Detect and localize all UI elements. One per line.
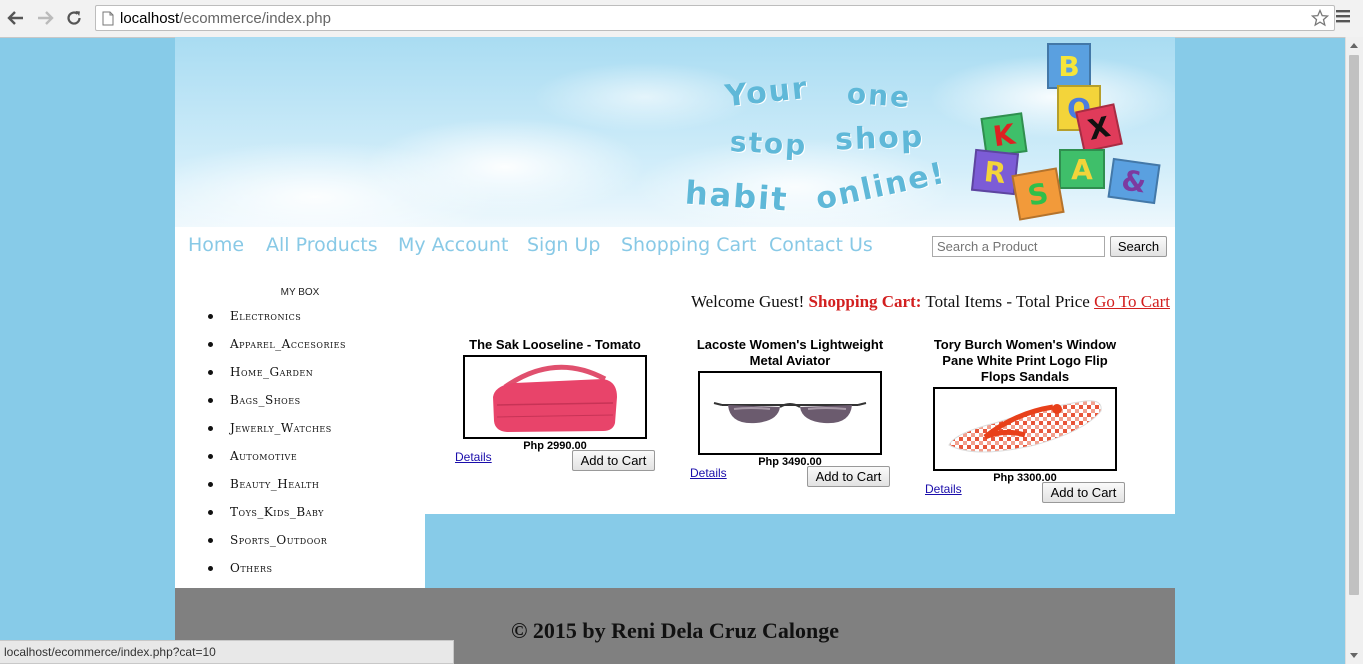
category-apparel-accesories[interactable]: Apparel_Accesories (205, 337, 346, 365)
scroll-down-arrow-icon[interactable] (1350, 653, 1358, 658)
product-name: Tory Burch Women's Window Pane White Pri… (933, 337, 1117, 384)
scroll-thumb[interactable] (1349, 55, 1359, 595)
product-card: The Sak Looseline - Tomato Php 2990.00 D… (455, 337, 655, 471)
url-text: localhost/ecommerce/index.php (120, 10, 331, 27)
product-details-link[interactable]: Details (690, 466, 727, 480)
product-card: Tory Burch Women's Window Pane White Pri… (925, 337, 1125, 503)
welcome-line: Welcome Guest! Shopping Cart: Total Item… (691, 292, 1170, 312)
add-to-cart-button[interactable]: Add to Cart (572, 450, 655, 471)
category-beauty-health[interactable]: Beauty_Health (205, 477, 346, 505)
add-to-cart-button[interactable]: Add to Cart (807, 466, 890, 487)
browser-status-bar: localhost/ecommerce/index.php?cat=10 (0, 640, 454, 664)
category-electronics[interactable]: Electronics (205, 309, 346, 337)
go-to-cart-link[interactable]: Go To Cart (1094, 292, 1170, 311)
browser-toolbar: localhost/ecommerce/index.php (0, 0, 1363, 38)
product-name: Lacoste Women's Lightweight Metal Aviato… (696, 337, 884, 368)
slogan-word: stop (729, 124, 809, 163)
product-image-handbag[interactable] (463, 355, 647, 439)
category-list: Electronics Apparel_Accesories Home_Gard… (205, 309, 346, 589)
welcome-greeting: Welcome Guest! (690, 292, 805, 311)
slogan-word: Your (723, 70, 811, 115)
product-details-link[interactable]: Details (925, 482, 962, 496)
product-details-link[interactable]: Details (455, 450, 492, 464)
slogan-word: shop (834, 119, 925, 158)
category-toys-kids-baby[interactable]: Toys_Kids_Baby (205, 505, 346, 533)
block-letter: A (1059, 149, 1105, 189)
main-navigation: Home All Products My Account Sign Up Sho… (175, 227, 1175, 277)
category-bags-shoes[interactable]: Bags_Shoes (205, 393, 346, 421)
slogan-word: one (845, 76, 913, 115)
shopping-cart-label: Shopping Cart: (808, 292, 922, 311)
box-logo-blocks: B O X K R A S & (965, 41, 1175, 225)
block-letter: S (1011, 167, 1065, 221)
nav-all-products[interactable]: All Products (266, 234, 378, 256)
reload-icon[interactable] (64, 8, 84, 28)
product-content: Welcome Guest! Shopping Cart: Total Item… (425, 277, 1175, 514)
nav-shopping-cart[interactable]: Shopping Cart (621, 234, 756, 256)
back-arrow-icon[interactable] (6, 8, 26, 28)
page-container: Your one stop shop habit online! B O X K… (175, 37, 1175, 664)
category-automotive[interactable]: Automotive (205, 449, 346, 477)
block-letter: & (1107, 157, 1161, 205)
nav-contact-us[interactable]: Contact Us (769, 234, 873, 256)
nav-sign-up[interactable]: Sign Up (527, 234, 600, 256)
url-host: localhost (120, 10, 180, 27)
cart-summary: Total Items - Total Price (925, 292, 1090, 311)
browser-menu-icon[interactable] (1335, 8, 1355, 28)
search-button[interactable]: Search (1110, 236, 1167, 257)
category-sidebar: MY BOX Electronics Apparel_Accesories Ho… (175, 277, 425, 588)
url-path: /ecommerce/index.php (179, 10, 331, 27)
slogan-word: online! (812, 155, 950, 218)
product-image-sunglasses[interactable] (698, 371, 882, 455)
category-sports-outdoor[interactable]: Sports_Outdoor (205, 533, 346, 561)
vertical-scrollbar[interactable] (1345, 37, 1363, 664)
category-jewerly-watches[interactable]: Jewerly_Watches (205, 421, 346, 449)
search-input[interactable] (932, 236, 1105, 257)
forward-arrow-icon[interactable] (35, 8, 55, 28)
add-to-cart-button[interactable]: Add to Cart (1042, 482, 1125, 503)
category-others[interactable]: Others (205, 561, 346, 589)
product-name: The Sak Looseline - Tomato (469, 337, 641, 352)
sidebar-title: MY BOX (280, 287, 320, 298)
category-home-garden[interactable]: Home_Garden (205, 365, 346, 393)
page-icon (102, 11, 114, 26)
bookmark-star-icon[interactable] (1311, 9, 1329, 27)
address-bar[interactable]: localhost/ecommerce/index.php (95, 5, 1335, 31)
product-image-flip-flops[interactable] (933, 387, 1117, 471)
scroll-up-arrow-icon[interactable] (1350, 43, 1358, 48)
header-banner: Your one stop shop habit online! B O X K… (175, 37, 1175, 227)
nav-my-account[interactable]: My Account (398, 234, 508, 256)
product-card: Lacoste Women's Lightweight Metal Aviato… (690, 337, 890, 487)
nav-home[interactable]: Home (188, 234, 244, 256)
block-letter: B (1047, 43, 1091, 89)
block-letter: R (970, 148, 1020, 196)
slogan-word: habit (683, 173, 790, 219)
block-letter: X (1075, 103, 1123, 153)
